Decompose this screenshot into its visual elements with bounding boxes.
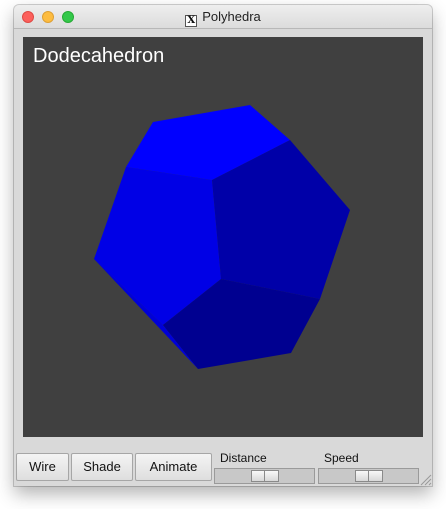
shade-button[interactable]: Shade — [71, 453, 133, 481]
dodecahedron-render — [94, 105, 350, 369]
distance-slider-thumb[interactable] — [251, 470, 279, 482]
animate-button[interactable]: Animate — [135, 453, 212, 481]
window-title-area: X Polyhedra — [14, 9, 432, 27]
control-bar: Wire Shade Animate Distance Speed — [14, 451, 432, 486]
x11-icon: X — [185, 15, 198, 27]
resize-grip-icon[interactable] — [418, 472, 432, 486]
app-window: X Polyhedra Dodecahedron Wire Shade Anima… — [14, 5, 432, 486]
distance-label: Distance — [220, 451, 267, 465]
speed-slider-thumb[interactable] — [355, 470, 383, 482]
window-title: Polyhedra — [202, 9, 261, 24]
speed-slider[interactable] — [318, 468, 419, 484]
polyhedron-name-label: Dodecahedron — [33, 45, 165, 67]
title-bar[interactable]: X Polyhedra — [14, 5, 432, 29]
wire-button[interactable]: Wire — [16, 453, 69, 481]
distance-slider[interactable] — [214, 468, 315, 484]
speed-label: Speed — [324, 451, 359, 465]
render-canvas[interactable]: Dodecahedron — [23, 37, 423, 437]
